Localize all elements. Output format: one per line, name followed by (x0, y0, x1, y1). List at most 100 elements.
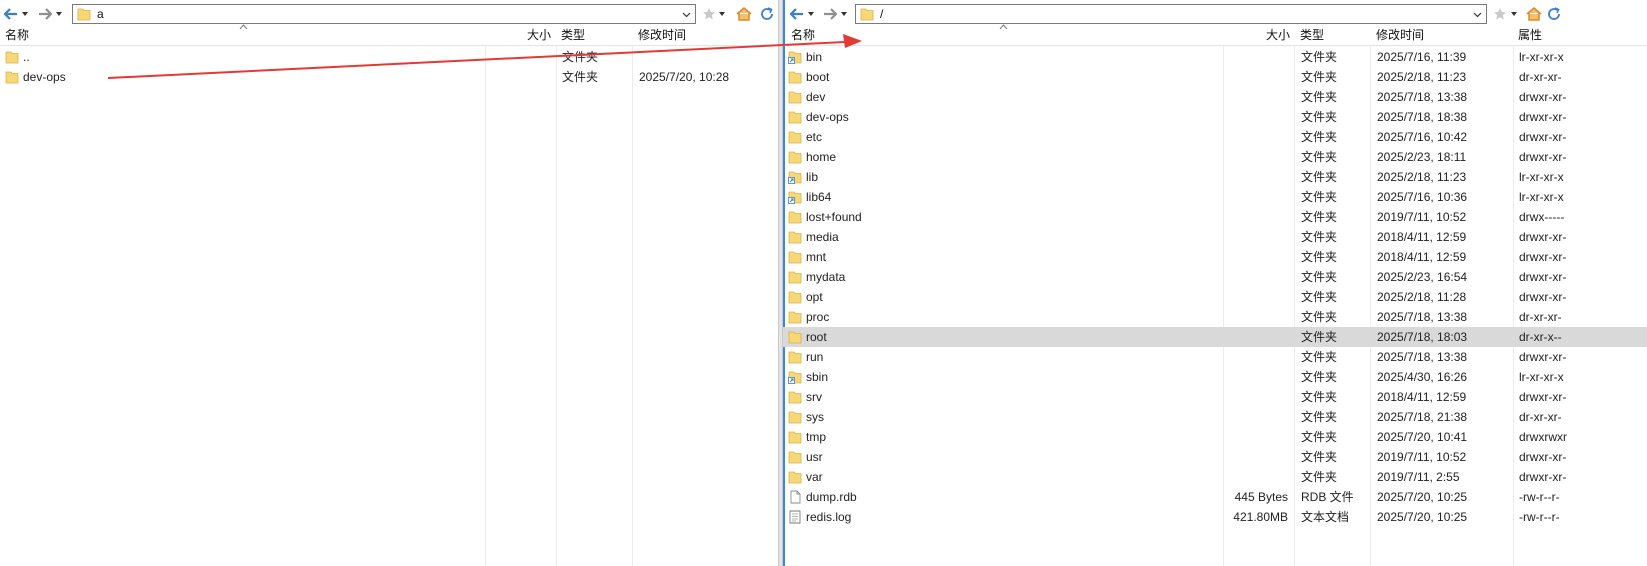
left-file-list: .. 文件夹 dev-ops 文件夹 2025/7/20, 10:28 (0, 47, 778, 87)
refresh-icon[interactable] (758, 5, 776, 23)
left-file-pane[interactable]: a 名称 大小 类型 修改时间 .. 文件夹 dev-ops 文件夹 2025/7/20… (0, 0, 778, 566)
file-name: bin (806, 50, 823, 64)
file-row[interactable]: mnt 文件夹 2018/4/11, 12:59 drwxr-xr- (783, 247, 1647, 267)
column-attributes[interactable]: 属性 (1513, 26, 1647, 45)
file-name-cell: tmp (788, 427, 1218, 447)
back-button[interactable] (4, 5, 28, 23)
file-row[interactable]: var 文件夹 2019/7/11, 2:55 drwxr-xr- (783, 467, 1647, 487)
path-text: a (97, 7, 104, 21)
file-size-cell (1223, 67, 1288, 87)
file-row[interactable]: etc 文件夹 2025/7/16, 10:42 drwxr-xr- (783, 127, 1647, 147)
file-name: sys (806, 410, 824, 424)
file-row[interactable]: srv 文件夹 2018/4/11, 12:59 drwxr-xr- (783, 387, 1647, 407)
column-type[interactable]: 类型 (556, 26, 633, 45)
forward-button[interactable] (823, 5, 847, 23)
file-name-cell: .. (5, 47, 480, 67)
file-modified-cell: 2025/7/18, 18:38 (1377, 110, 1468, 124)
file-row[interactable]: mydata 文件夹 2025/2/23, 16:54 drwxr-xr- (783, 267, 1647, 287)
file-size-cell (1223, 467, 1288, 487)
column-modified[interactable]: 修改时间 (1371, 26, 1513, 45)
file-name: tmp (806, 430, 827, 444)
path-input[interactable]: a (72, 4, 696, 24)
refresh-icon[interactable] (1545, 5, 1563, 23)
file-name-cell: dev-ops (788, 107, 1218, 127)
column-modified[interactable]: 修改时间 (633, 26, 778, 45)
folder-icon (788, 210, 802, 224)
bookmark-dropdown[interactable] (1508, 5, 1518, 23)
file-type-cell: 文件夹 (1301, 270, 1338, 284)
bookmark-star-icon[interactable] (1491, 5, 1509, 23)
file-size-cell (1223, 187, 1288, 207)
file-name: media (806, 230, 839, 244)
file-name: mydata (806, 270, 846, 284)
file-row[interactable]: media 文件夹 2018/4/11, 12:59 drwxr-xr- (783, 227, 1647, 247)
file-row[interactable]: .. 文件夹 (0, 47, 778, 67)
file-name-cell: dev-ops (5, 67, 480, 87)
chevron-down-icon (808, 12, 814, 16)
file-type-cell: RDB 文件 (1301, 490, 1354, 504)
file-type-cell: 文件夹 (562, 50, 599, 64)
file-attributes-cell: drwxr-xr- (1519, 350, 1567, 364)
file-modified-cell: 2025/7/16, 10:42 (1377, 130, 1468, 144)
forward-button[interactable] (38, 5, 62, 23)
path-input[interactable]: / (855, 4, 1487, 24)
file-name: dump.rdb (806, 490, 857, 504)
file-row[interactable]: boot 文件夹 2025/2/18, 11:23 dr-xr-xr- (783, 67, 1647, 87)
right-file-pane[interactable]: / 名称 大小 类型 修改时间 属性 bin 文件夹 2025/7/16, 11:3… (783, 0, 1647, 566)
file-row[interactable]: proc 文件夹 2025/7/18, 13:38 dr-xr-xr- (783, 307, 1647, 327)
file-name-cell: srv (788, 387, 1218, 407)
file-name: lib64 (806, 190, 832, 204)
file-row[interactable]: dev-ops 文件夹 2025/7/18, 18:38 drwxr-xr- (783, 107, 1647, 127)
file-row[interactable]: home 文件夹 2025/2/23, 18:11 drwxr-xr- (783, 147, 1647, 167)
file-modified-cell: 2025/7/18, 13:38 (1377, 90, 1468, 104)
file-row[interactable]: root 文件夹 2025/7/18, 18:03 dr-xr-x-- (783, 327, 1647, 347)
bookmark-dropdown[interactable] (716, 5, 726, 23)
file-row[interactable]: lost+found 文件夹 2019/7/11, 10:52 drwx----- (783, 207, 1647, 227)
file-size-cell (1223, 447, 1288, 467)
file-name: usr (806, 450, 823, 464)
file-row[interactable]: dev-ops 文件夹 2025/7/20, 10:28 (0, 67, 778, 87)
column-type[interactable]: 类型 (1295, 26, 1371, 45)
file-size-cell (1223, 387, 1288, 407)
file-size-cell (1223, 227, 1288, 247)
file-attributes-cell: drwxr-xr- (1519, 250, 1567, 264)
file-row[interactable]: sbin 文件夹 2025/4/30, 16:26 lr-xr-xr-x (783, 367, 1647, 387)
column-size[interactable]: 大小 (1223, 26, 1295, 45)
folder-icon (77, 7, 91, 21)
file-size-cell (1223, 127, 1288, 147)
column-divider (485, 45, 486, 566)
file-name-cell: root (788, 327, 1218, 347)
file-size-cell (1223, 87, 1288, 107)
chevron-down-icon (1511, 12, 1517, 16)
file-row[interactable]: usr 文件夹 2019/7/11, 10:52 drwxr-xr- (783, 447, 1647, 467)
file-row[interactable]: run 文件夹 2025/7/18, 13:38 drwxr-xr- (783, 347, 1647, 367)
file-size-cell (1223, 167, 1288, 187)
home-icon[interactable] (1525, 5, 1543, 23)
chevron-down-icon[interactable] (1473, 10, 1482, 19)
folder-icon (788, 430, 802, 444)
folder-icon (788, 90, 802, 104)
file-name-cell: dump.rdb (788, 487, 1218, 507)
file-name: dev-ops (23, 70, 66, 84)
file-type-cell: 文件夹 (1301, 110, 1338, 124)
file-row[interactable]: lib 文件夹 2025/2/18, 11:23 lr-xr-xr-x (783, 167, 1647, 187)
folder-icon (788, 110, 802, 124)
file-attributes-cell: dr-xr-x-- (1519, 330, 1562, 344)
home-icon[interactable] (735, 5, 753, 23)
chevron-down-icon[interactable] (682, 10, 691, 19)
file-row[interactable]: lib64 文件夹 2025/7/16, 10:36 lr-xr-xr-x (783, 187, 1647, 207)
file-row[interactable]: dev 文件夹 2025/7/18, 13:38 drwxr-xr- (783, 87, 1647, 107)
file-row[interactable]: opt 文件夹 2025/2/18, 11:28 drwxr-xr- (783, 287, 1647, 307)
file-type-cell: 文件夹 (1301, 170, 1338, 184)
back-button[interactable] (790, 5, 814, 23)
folder-link-icon (788, 50, 802, 64)
file-row[interactable]: bin 文件夹 2025/7/16, 11:39 lr-xr-xr-x (783, 47, 1647, 67)
folder-icon (788, 270, 802, 284)
file-row[interactable]: redis.log 421.80MB 文本文档 2025/7/20, 10:25 -rw… (783, 507, 1647, 527)
file-modified-cell: 2025/7/20, 10:25 (1377, 510, 1468, 524)
column-size[interactable]: 大小 (485, 26, 556, 45)
file-row[interactable]: dump.rdb 445 Bytes RDB 文件 2025/7/20, 10:25 -… (783, 487, 1647, 507)
file-row[interactable]: tmp 文件夹 2025/7/20, 10:41 drwxrwxr (783, 427, 1647, 447)
folder-icon (788, 470, 802, 484)
file-row[interactable]: sys 文件夹 2025/7/18, 21:38 dr-xr-xr- (783, 407, 1647, 427)
